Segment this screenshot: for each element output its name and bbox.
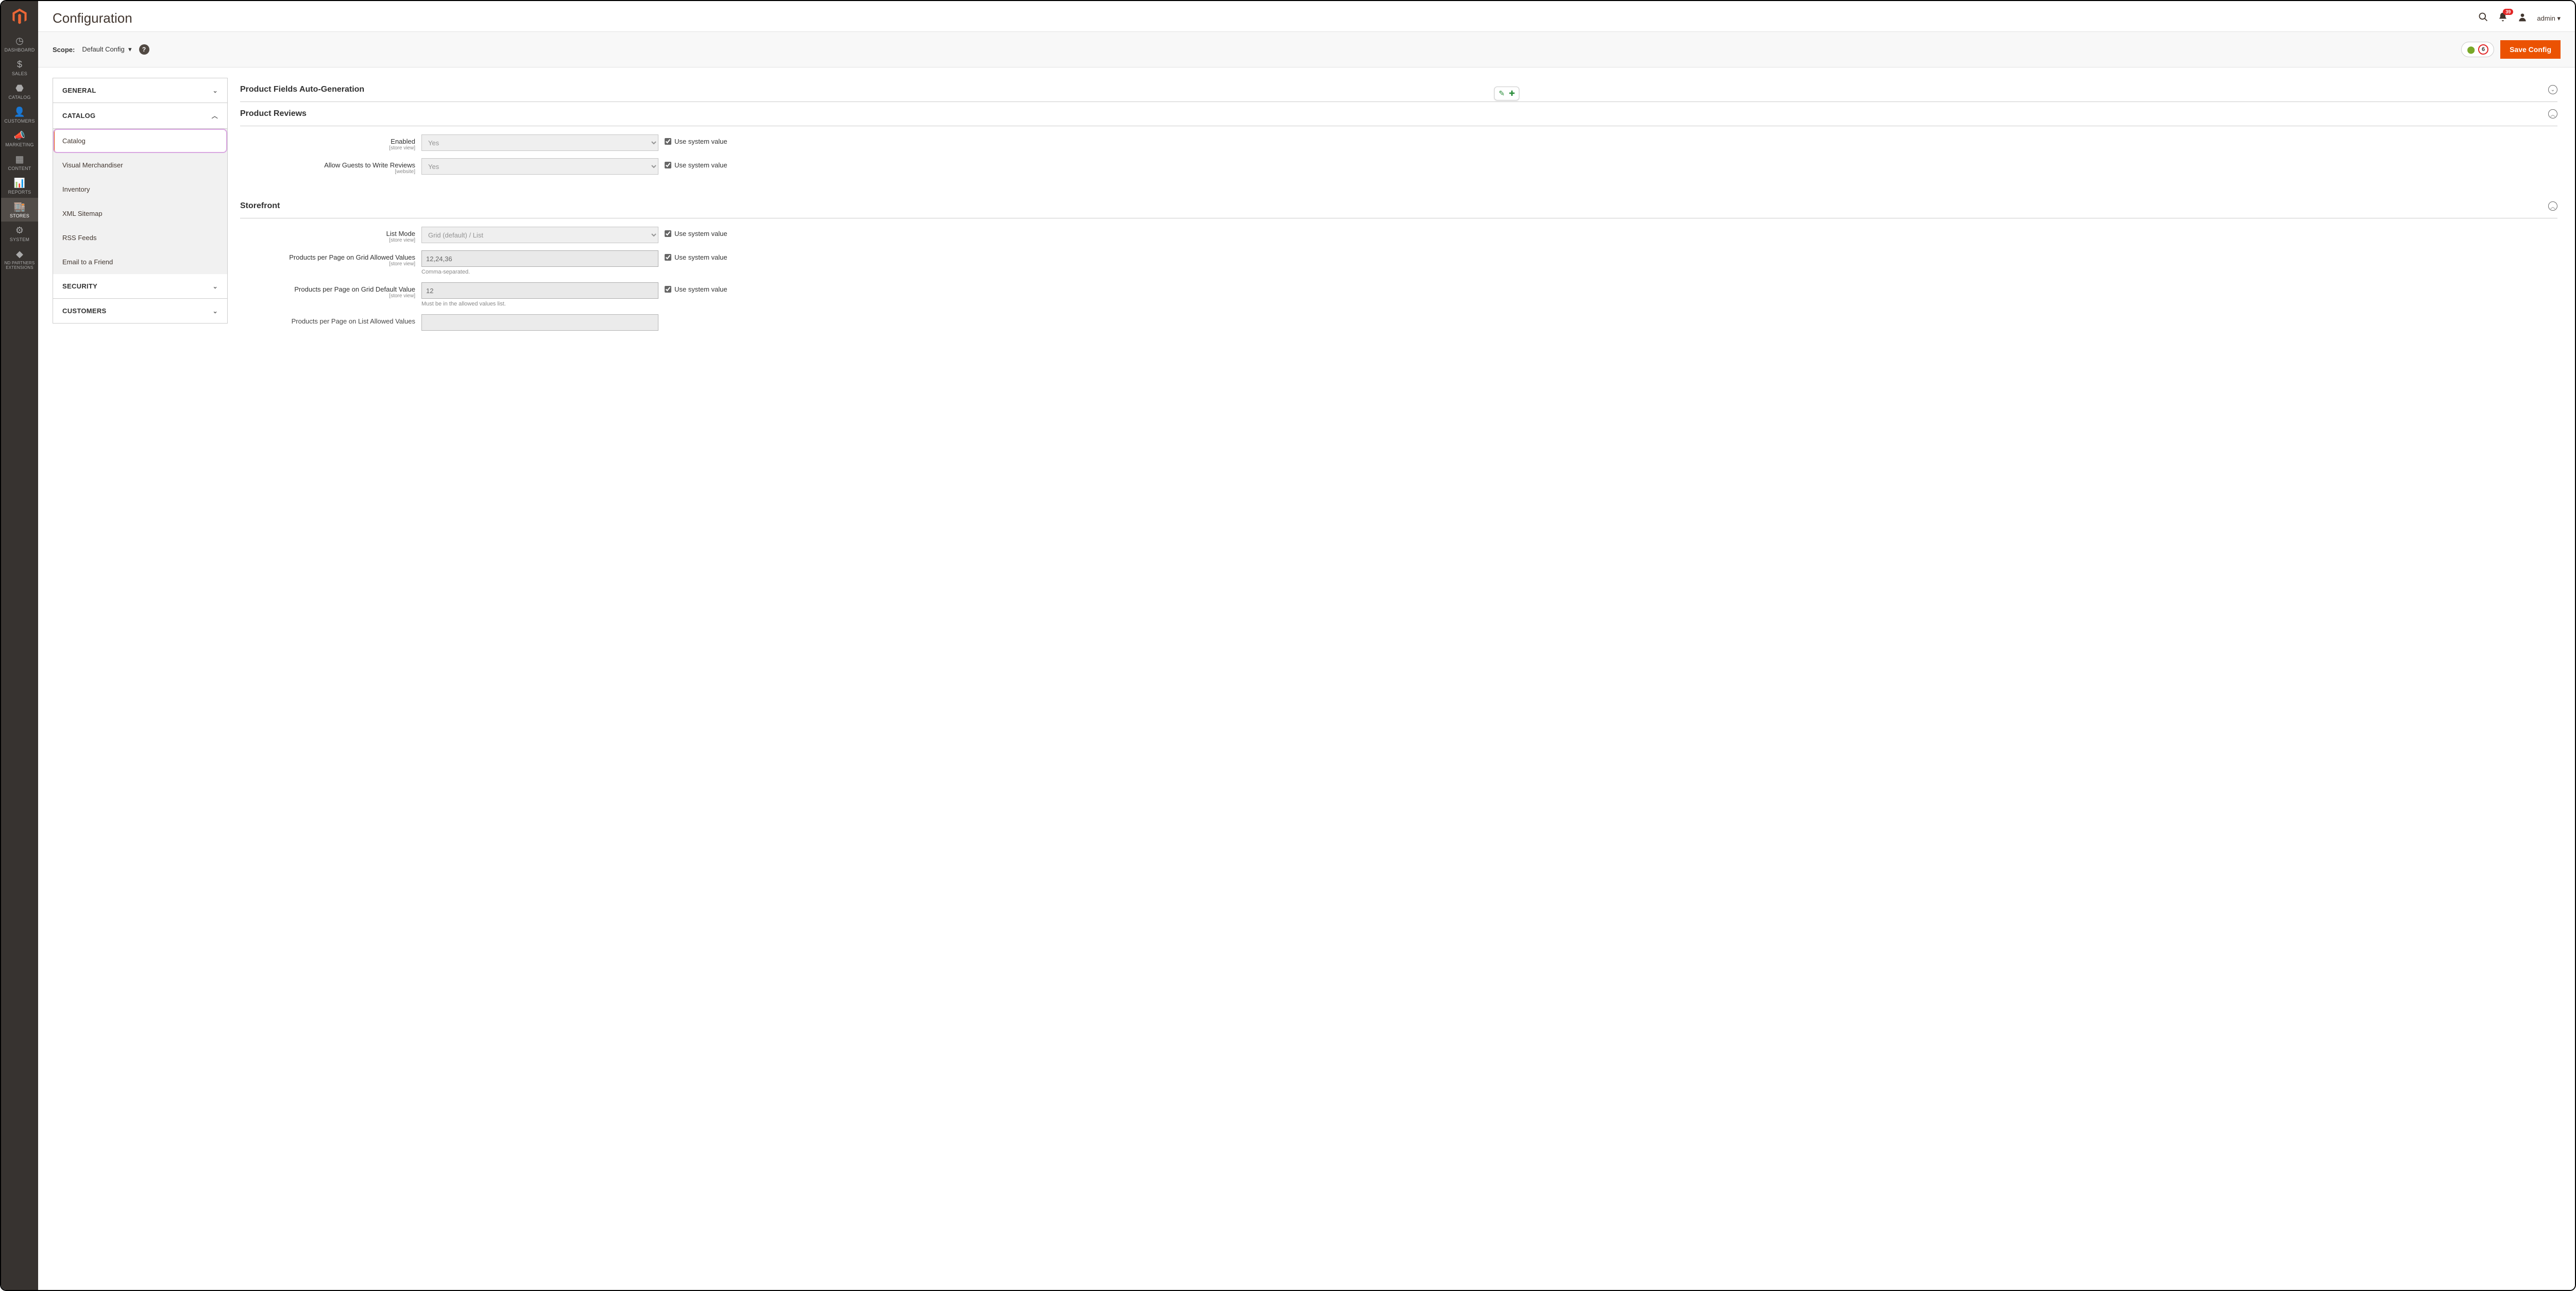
config-child-inventory[interactable]: Inventory — [53, 177, 227, 201]
nav-sales[interactable]: $SALES — [1, 56, 38, 79]
settings-panel: Product Fields Auto-Generation ⌄ Product… — [240, 78, 2561, 1290]
field-row-grid-default: Products per Page on Grid Default Value[… — [240, 282, 2557, 307]
dashboard-icon: ◷ — [1, 36, 38, 45]
config-child-visual-merchandiser[interactable]: Visual Merchandiser — [53, 153, 227, 177]
grid-allowed-input[interactable] — [421, 250, 658, 267]
lightbulb-icon: ⬤ — [2467, 45, 2475, 54]
nav-dashboard[interactable]: ◷DASHBOARD — [1, 32, 38, 56]
save-config-button[interactable]: Save Config — [2500, 40, 2561, 59]
section-product-fields[interactable]: Product Fields Auto-Generation ⌄ — [240, 78, 2557, 102]
reports-icon: 📊 — [1, 178, 38, 188]
page-title: Configuration — [53, 10, 132, 26]
nav-customers[interactable]: 👤CUSTOMERS — [1, 103, 38, 127]
nav-catalog[interactable]: ⬣CATALOG — [1, 79, 38, 103]
config-nav: GENERAL⌄ CATALOG︿ Catalog Visual Merchan… — [53, 78, 228, 324]
grid-default-input[interactable] — [421, 282, 658, 299]
toolbar: Scope: Default Config ▾ ? ⬤ 6 Save Confi… — [38, 31, 2575, 67]
config-child-rss-feeds[interactable]: RSS Feeds — [53, 226, 227, 250]
message-count: 6 — [2478, 44, 2488, 55]
help-icon[interactable]: ? — [139, 44, 149, 55]
admin-user-menu[interactable]: admin ▾ — [2537, 14, 2561, 23]
nav-marketing[interactable]: 📣MARKETING — [1, 127, 38, 150]
config-section-security[interactable]: SECURITY⌄ — [53, 274, 227, 299]
config-child-email-friend[interactable]: Email to a Friend — [53, 250, 227, 274]
section-product-reviews[interactable]: Product Reviews ︿ — [240, 102, 2557, 126]
chevron-down-icon: ⌄ — [213, 283, 218, 290]
stores-icon: 🏬 — [1, 202, 38, 211]
nav-partners[interactable]: ◆ND PARTNERS EXTENSIONS — [1, 245, 38, 273]
list-allowed-input[interactable] — [421, 314, 658, 331]
config-child-catalog[interactable]: Catalog — [53, 129, 227, 153]
expand-icon: ︿ — [2548, 201, 2557, 211]
enabled-select[interactable]: Yes — [421, 134, 658, 151]
sales-icon: $ — [1, 60, 38, 69]
partners-icon: ◆ — [1, 249, 38, 259]
field-row-enabled: Enabled[store view] Yes Use system value — [240, 134, 2557, 151]
magic-wand-icon[interactable]: ✎ — [1499, 89, 1505, 98]
nav-content[interactable]: ▦CONTENT — [1, 150, 38, 174]
system-messages-pill[interactable]: ⬤ 6 — [2461, 42, 2494, 57]
field-row-guest-reviews: Allow Guests to Write Reviews[website] Y… — [240, 158, 2557, 175]
chevron-down-icon: ⌄ — [213, 308, 218, 315]
field-row-grid-allowed: Products per Page on Grid Allowed Values… — [240, 250, 2557, 275]
use-system-enabled[interactable]: Use system value — [665, 134, 727, 145]
config-section-general[interactable]: GENERAL⌄ — [53, 78, 227, 103]
floating-toolbar[interactable]: ✎ ✚ — [1494, 87, 1519, 100]
notifications-icon[interactable]: 39 — [2498, 12, 2508, 25]
use-system-guest[interactable]: Use system value — [665, 158, 727, 169]
customers-icon: 👤 — [1, 107, 38, 116]
content-icon: ▦ — [1, 155, 38, 164]
marketing-icon: 📣 — [1, 131, 38, 140]
search-icon[interactable] — [2478, 12, 2488, 25]
nav-system[interactable]: ⚙SYSTEM — [1, 222, 38, 245]
scope-select[interactable]: Default Config ▾ — [82, 45, 131, 54]
guest-reviews-select[interactable]: Yes — [421, 158, 658, 175]
system-icon: ⚙ — [1, 226, 38, 235]
use-system-grid-default[interactable]: Use system value — [665, 282, 727, 293]
magento-logo[interactable] — [9, 6, 30, 27]
chevron-up-icon: ︿ — [212, 111, 218, 120]
config-child-xml-sitemap[interactable]: XML Sitemap — [53, 201, 227, 226]
chevron-down-icon: ⌄ — [213, 87, 218, 94]
field-row-list-mode: List Mode[store view] Grid (default) / L… — [240, 227, 2557, 243]
left-sidebar: ◷DASHBOARD $SALES ⬣CATALOG 👤CUSTOMERS 📣M… — [1, 1, 38, 1290]
account-icon[interactable] — [2517, 12, 2528, 25]
config-section-catalog[interactable]: CATALOG︿ — [53, 103, 227, 129]
notification-badge: 39 — [2503, 9, 2513, 15]
page-header: Configuration 39 admin ▾ — [38, 1, 2575, 31]
nav-reports[interactable]: 📊REPORTS — [1, 174, 38, 198]
plus-icon[interactable]: ✚ — [1509, 89, 1515, 98]
list-mode-select[interactable]: Grid (default) / List — [421, 227, 658, 243]
use-system-list-mode[interactable]: Use system value — [665, 227, 727, 237]
field-row-list-allowed: Products per Page on List Allowed Values — [240, 314, 2557, 331]
catalog-icon: ⬣ — [1, 83, 38, 93]
config-section-customers[interactable]: CUSTOMERS⌄ — [53, 299, 227, 324]
nav-stores[interactable]: 🏬STORES — [1, 198, 38, 222]
expand-icon: ︿ — [2548, 109, 2557, 118]
collapse-icon: ⌄ — [2548, 85, 2557, 94]
use-system-grid-allowed[interactable]: Use system value — [665, 250, 727, 261]
scope-label: Scope: — [53, 46, 75, 54]
section-storefront[interactable]: Storefront ︿ — [240, 194, 2557, 218]
